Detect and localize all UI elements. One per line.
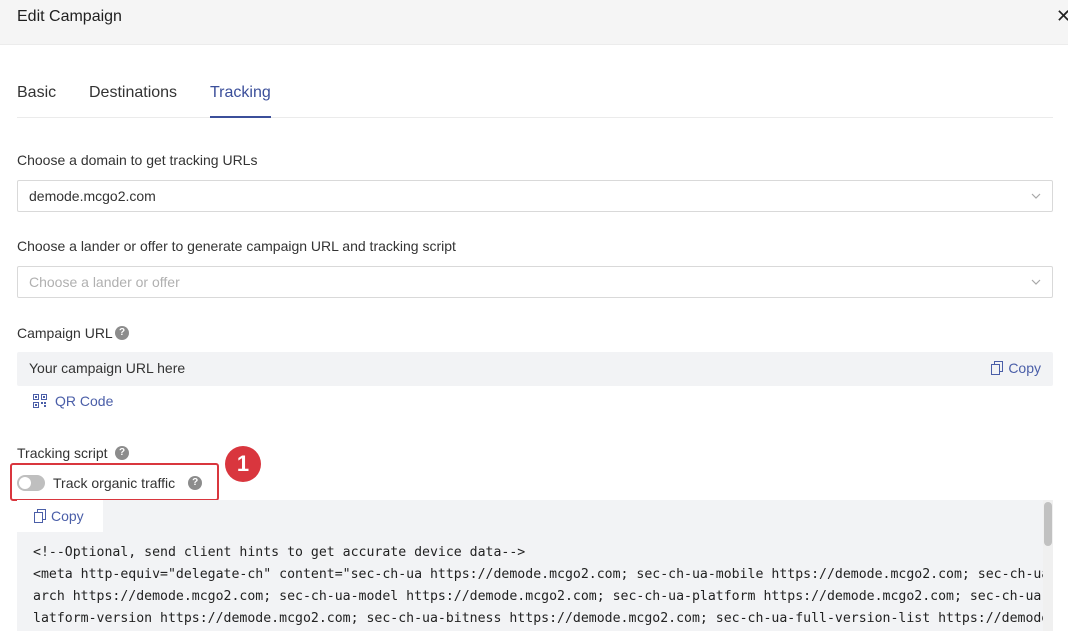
domain-label: Choose a domain to get tracking URLs	[17, 152, 258, 168]
domain-select-value: demode.mcgo2.com	[29, 188, 156, 204]
campaign-url-label: Campaign URL	[17, 325, 113, 341]
code-line: <!--Optional, send client hints to get a…	[33, 545, 526, 560]
qr-code-icon	[33, 394, 47, 408]
scrollbar-thumb[interactable]	[1044, 502, 1052, 546]
campaign-url-copy-button[interactable]: Copy	[991, 360, 1041, 376]
tab-destinations[interactable]: Destinations	[89, 84, 177, 118]
tracking-script-box[interactable]: Copy <!--Optional, send client hints to …	[17, 500, 1053, 631]
modal-header: Edit Campaign ✕	[0, 0, 1068, 45]
campaign-url-box: Your campaign URL here Copy	[17, 352, 1053, 386]
copy-label: Copy	[51, 508, 84, 524]
script-copy-bar: Copy	[17, 500, 103, 532]
help-icon[interactable]: ?	[115, 446, 129, 460]
tab-bar: Basic Destinations Tracking	[17, 78, 1053, 118]
close-icon[interactable]: ✕	[1056, 6, 1068, 26]
code-line: <meta http-equiv="delegate-ch" content="…	[33, 567, 1053, 582]
help-icon[interactable]: ?	[115, 326, 129, 340]
tab-tracking[interactable]: Tracking	[210, 84, 271, 118]
tab-basic[interactable]: Basic	[17, 84, 56, 118]
lander-label: Choose a lander or offer to generate cam…	[17, 238, 456, 254]
code-line: arch https://demode.mcgo2.com; sec-ch-ua…	[33, 589, 1053, 604]
code-line: latform-version https://demode.mcgo2.com…	[33, 611, 1053, 626]
domain-select[interactable]: demode.mcgo2.com	[17, 180, 1053, 212]
lander-select-placeholder: Choose a lander or offer	[29, 274, 180, 290]
chevron-down-icon	[1031, 193, 1041, 199]
tracking-script-copy-button[interactable]: Copy	[34, 508, 84, 524]
scrollbar[interactable]	[1043, 500, 1053, 631]
annotation-highlight-box	[10, 463, 219, 501]
qr-code-label: QR Code	[55, 393, 114, 409]
copy-label: Copy	[1008, 360, 1041, 376]
modal-title: Edit Campaign	[17, 8, 122, 25]
campaign-url-value: Your campaign URL here	[29, 360, 186, 376]
copy-icon	[991, 361, 1004, 375]
qr-code-button[interactable]: QR Code	[33, 393, 113, 409]
chevron-down-icon	[1031, 279, 1041, 285]
tracking-script-label: Tracking script	[17, 445, 108, 461]
lander-select[interactable]: Choose a lander or offer	[17, 266, 1053, 298]
copy-icon	[34, 509, 46, 523]
annotation-step-badge: 1	[225, 446, 261, 482]
tracking-script-code: <!--Optional, send client hints to get a…	[33, 542, 1053, 630]
